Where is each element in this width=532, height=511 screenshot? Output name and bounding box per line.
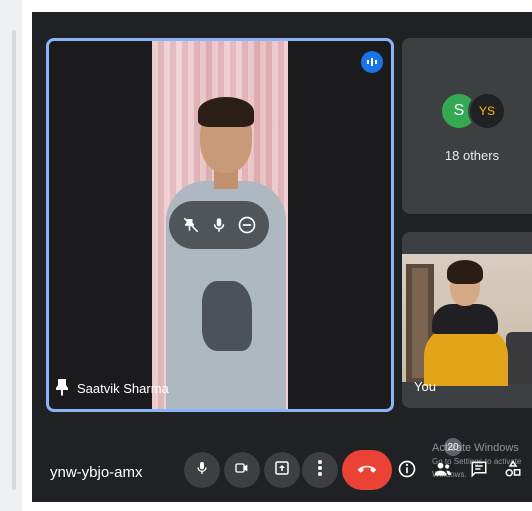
meeting-code: ynw-ybjo-amx	[50, 464, 143, 481]
remove-icon[interactable]	[234, 212, 260, 238]
avatar-group: S YS	[440, 92, 506, 130]
avatar: YS	[468, 92, 506, 130]
present-button[interactable]	[264, 452, 300, 488]
present-icon	[273, 459, 291, 482]
mic-icon	[194, 459, 210, 482]
more-options-icon	[317, 459, 323, 482]
pin-icon[interactable]	[55, 378, 69, 399]
unpin-icon[interactable]	[178, 212, 204, 238]
tile-overlay-controls	[169, 201, 269, 249]
others-count-label: 18 others	[444, 148, 500, 163]
end-call-icon	[356, 461, 378, 479]
self-label: You	[414, 379, 436, 394]
activate-windows-watermark: Activate Windows Go to Settings to activ…	[432, 442, 522, 479]
participant-name-label: Saatvik Sharma	[55, 378, 169, 399]
info-icon[interactable]	[392, 454, 422, 484]
camera-button[interactable]	[224, 452, 260, 488]
camera-icon	[233, 460, 251, 481]
speaking-indicator-icon	[361, 51, 383, 73]
mute-participant-icon[interactable]	[206, 212, 232, 238]
self-video	[402, 254, 532, 386]
main-participant-tile[interactable]: Saatvik Sharma	[46, 38, 394, 412]
self-tile[interactable]: You	[402, 232, 532, 408]
mic-button[interactable]	[184, 452, 220, 488]
participant-name: Saatvik Sharma	[77, 381, 169, 396]
others-tile[interactable]: S YS 18 others	[402, 38, 532, 214]
control-bar: ynw-ybjo-amx 20 Activate Windows Go to S…	[32, 422, 532, 502]
more-options-button[interactable]	[302, 452, 338, 488]
window-left-edge	[0, 0, 22, 511]
end-call-button[interactable]	[342, 450, 392, 490]
meeting-window: Saatvik Sharma S YS 18 others You ynw-yb…	[32, 12, 532, 502]
scrollbar-track	[12, 30, 16, 490]
